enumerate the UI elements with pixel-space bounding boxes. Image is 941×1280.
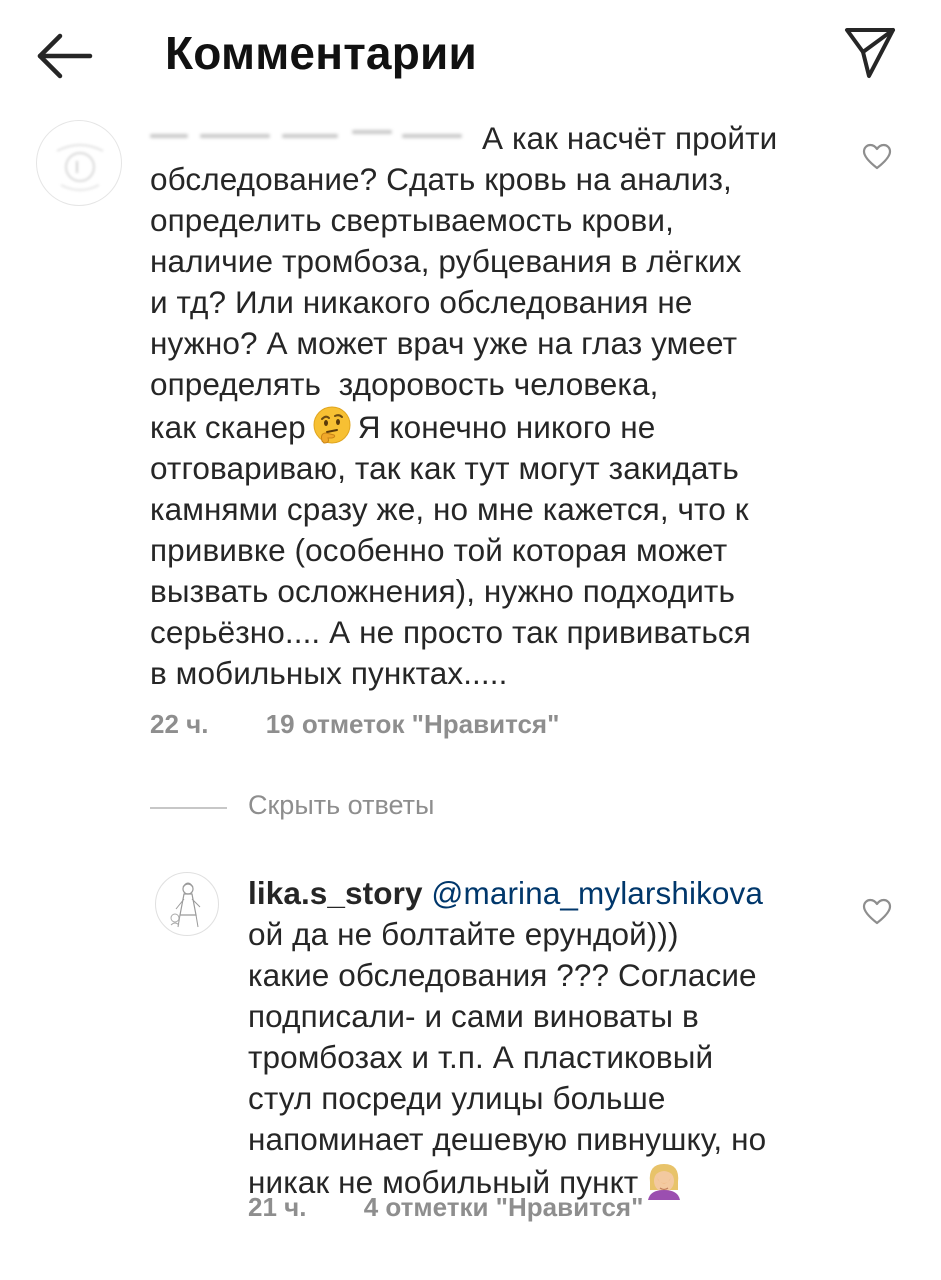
- reply-text-line: подписали- и сами виноваты в: [248, 998, 699, 1034]
- comment-text-line: нужно? А может врач уже на глаз умеет: [150, 325, 738, 361]
- reply-text-line: напоминает дешевую пивнушку, но: [248, 1121, 767, 1157]
- reply-text-line: ой да не болтайте ерундой))): [248, 916, 679, 952]
- reply-time: 21 ч.: [248, 1192, 307, 1222]
- avatar[interactable]: [155, 872, 219, 936]
- reply-text-line: тромбозах и т.п. А пластиковый: [248, 1039, 714, 1075]
- comment-text-line: А как насчёт пройти: [482, 120, 778, 156]
- reply-text-line: какие обследования ??? Согласие: [248, 957, 757, 993]
- comment-text-line: наличие тромбоза, рубцевания в лёгких: [150, 243, 742, 279]
- comment-text-line: определить свертываемость крови,: [150, 202, 674, 238]
- comment-text-line: Я конечно никого не: [357, 409, 656, 445]
- comment-text-line: определять здоровость человека,: [150, 366, 659, 402]
- like-reply-button[interactable]: [862, 898, 892, 926]
- reply-username[interactable]: lika.s_story: [248, 875, 423, 911]
- sketch-avatar-image: [170, 882, 201, 928]
- comment-text-line: прививке (особенно той которая может: [150, 532, 728, 568]
- comment-line-with-emoji: как сканер Я конечно никого не: [150, 405, 850, 448]
- heart-icon: [862, 898, 892, 925]
- comment-meta: 22 ч. 19 отметок "Нравится": [150, 709, 559, 740]
- woman-facepalming-emoji-icon: [648, 1164, 681, 1200]
- arrow-left-icon: [37, 33, 93, 79]
- comment-time: 22 ч.: [150, 709, 209, 739]
- blurred-avatar-image: [56, 144, 104, 191]
- top-bar: Комментарии: [0, 0, 941, 110]
- avatar[interactable]: [36, 120, 122, 206]
- reply-meta: 21 ч. 4 отметки "Нравится": [248, 1192, 643, 1223]
- reply-body: lika.s_story @marina_mylarshikova ой да …: [248, 873, 848, 1203]
- comment-text-line: отговариваю, так как тут могут закидать: [150, 450, 739, 486]
- comment-text-line: и тд? Или никакого обследования не: [150, 284, 693, 320]
- comment-first-line: А как насчёт пройти: [150, 118, 850, 159]
- like-comment-button[interactable]: [862, 143, 892, 171]
- comment-text-line: серьёзно.... А не просто так прививаться: [150, 614, 751, 650]
- replies-divider: [150, 807, 227, 809]
- share-button[interactable]: [841, 22, 899, 82]
- comment-text-line: обследование? Сдать кровь на анализ,: [150, 161, 732, 197]
- thinking-face-emoji-icon: [313, 406, 351, 444]
- comment-likes-count[interactable]: 19 отметок "Нравится": [266, 709, 560, 739]
- comment-body: А как насчёт пройти обследование? Сдать …: [150, 118, 850, 694]
- heart-icon: [862, 143, 892, 170]
- reply-mention[interactable]: @marina_mylarshikova: [431, 875, 763, 911]
- back-button[interactable]: [30, 28, 94, 84]
- comment-text-line: вызвать осложнения), нужно подходить: [150, 573, 735, 609]
- comment-text-line: в мобильных пунктах.....: [150, 655, 508, 691]
- blurred-username[interactable]: [150, 126, 470, 148]
- page-title: Комментарии: [165, 27, 477, 79]
- reply-first-line: lika.s_story @marina_mylarshikova: [248, 873, 848, 914]
- reply-text-line: стул посреди улицы больше: [248, 1080, 666, 1116]
- comment-text-line: как сканер: [150, 409, 306, 445]
- comment-text-line: камнями сразу же, но мне кажется, что к: [150, 491, 749, 527]
- paper-plane-icon: [845, 28, 895, 78]
- reply-likes-count[interactable]: 4 отметки "Нравится": [364, 1192, 644, 1222]
- hide-replies-label: Скрыть ответы: [248, 790, 435, 820]
